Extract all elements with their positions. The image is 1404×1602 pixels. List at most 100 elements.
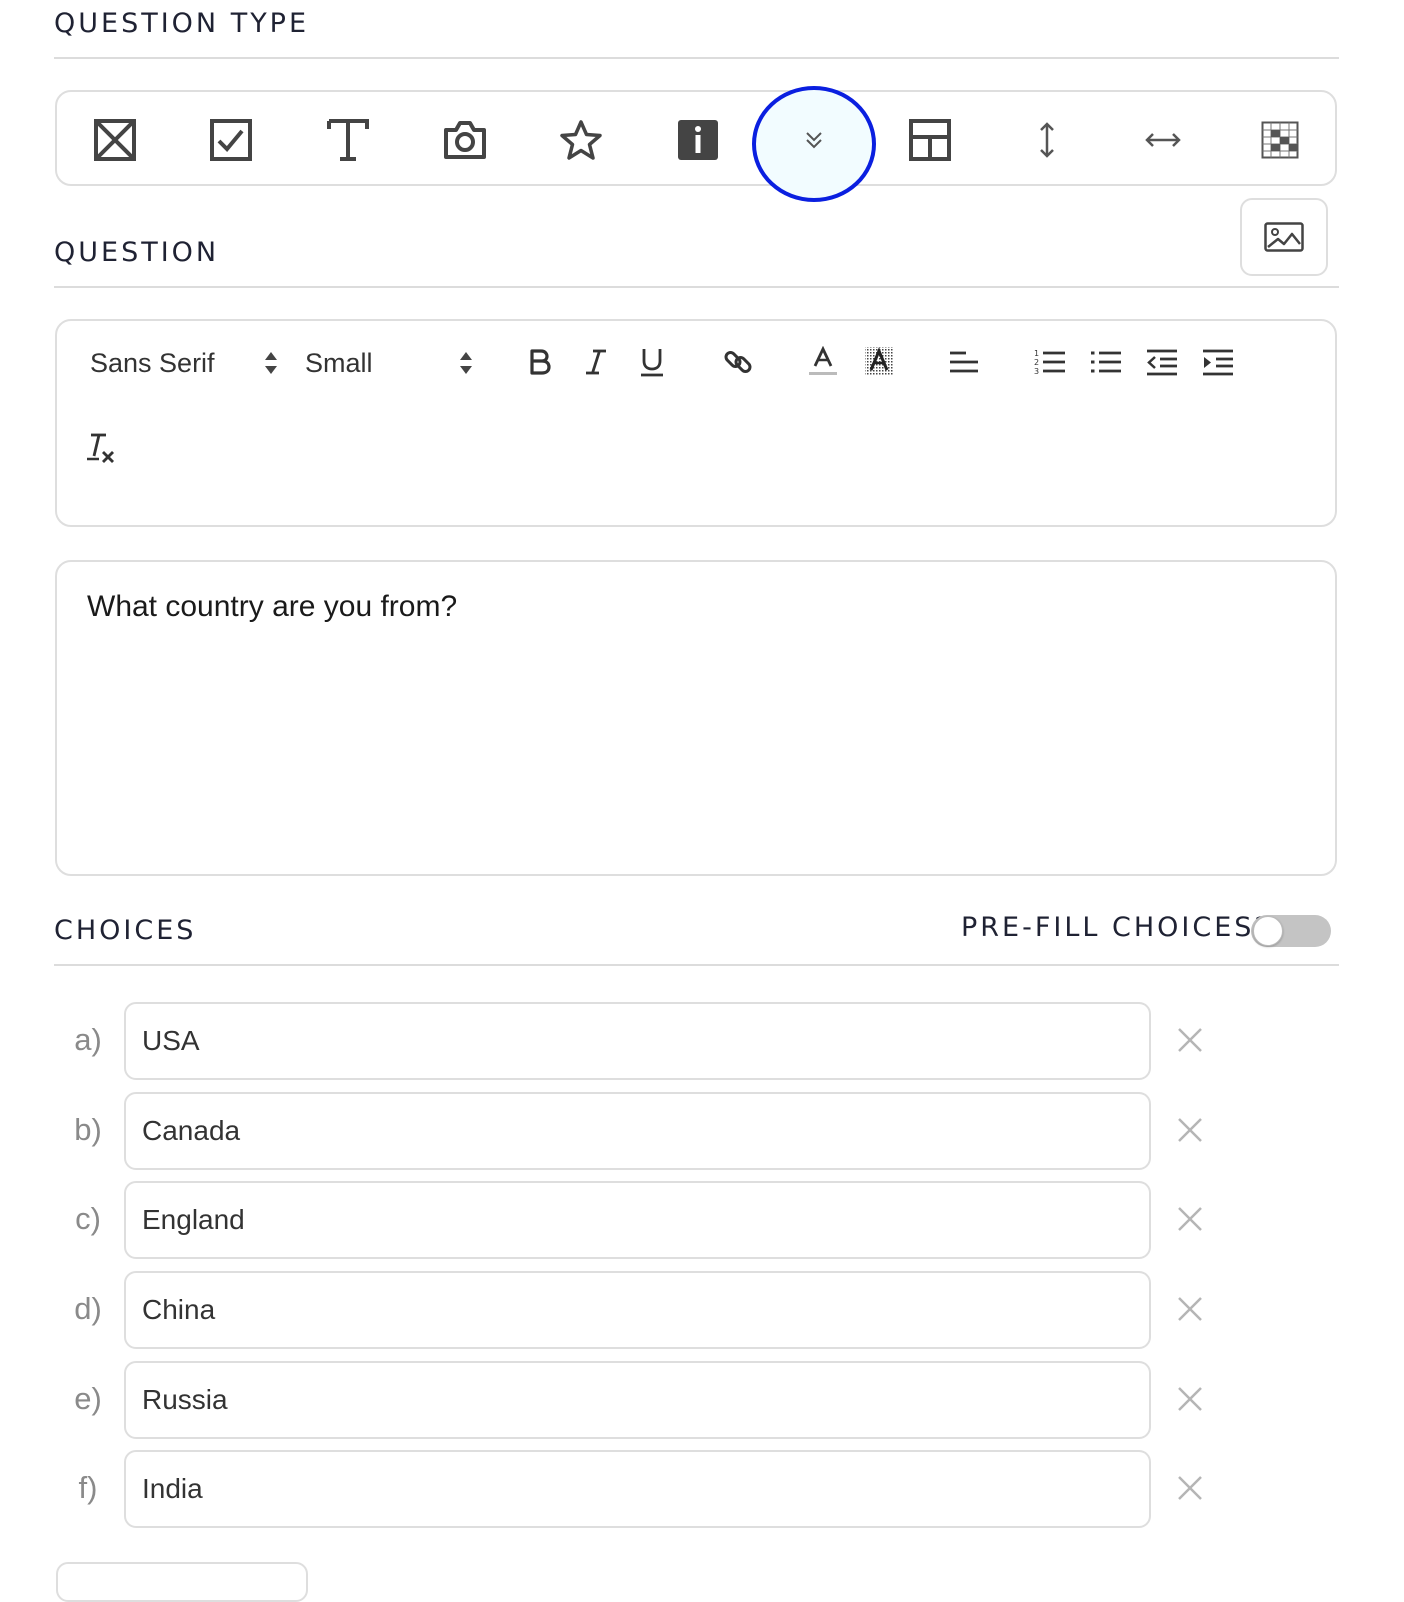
ordered-list-icon: 1 2 3 xyxy=(1034,349,1065,376)
info-icon xyxy=(678,120,718,160)
choice-letter: b) xyxy=(74,1112,102,1147)
type-horizontal-slider-button[interactable] xyxy=(1133,110,1193,170)
italic-icon xyxy=(586,349,606,375)
remove-choice-button[interactable] xyxy=(1172,1291,1208,1327)
choices-heading: CHOICES xyxy=(54,915,197,946)
link-button[interactable] xyxy=(718,342,758,382)
select-arrows-icon xyxy=(460,352,472,374)
text-icon xyxy=(327,119,369,161)
bold-button[interactable] xyxy=(520,342,560,382)
type-checkbox-button[interactable] xyxy=(201,110,261,170)
question-heading: QUESTION xyxy=(54,237,220,268)
background-color-icon xyxy=(865,347,893,375)
type-info-button[interactable] xyxy=(668,110,728,170)
font-family-select[interactable]: Sans Serif xyxy=(90,343,278,383)
type-single-choice-button[interactable] xyxy=(85,110,145,170)
choice-row: c) xyxy=(0,1181,1404,1259)
close-icon xyxy=(1178,1118,1202,1142)
outdent-icon xyxy=(1147,349,1177,376)
close-icon xyxy=(1178,1387,1202,1411)
type-photo-button[interactable] xyxy=(435,110,495,170)
choice-input[interactable] xyxy=(124,1450,1151,1528)
remove-choice-button[interactable] xyxy=(1172,1022,1208,1058)
choice-input[interactable] xyxy=(124,1002,1151,1080)
question-type-toolbar xyxy=(55,86,1337,202)
remove-choice-button[interactable] xyxy=(1172,1470,1208,1506)
remove-choice-button[interactable] xyxy=(1172,1112,1208,1148)
close-icon xyxy=(1178,1476,1202,1500)
bullet-list-icon xyxy=(1091,351,1121,373)
choice-row: b) xyxy=(0,1092,1404,1170)
choice-input[interactable] xyxy=(124,1092,1151,1170)
camera-icon xyxy=(444,121,486,159)
prefill-choices-label: PRE-FILL CHOICES? xyxy=(961,912,1272,943)
close-icon xyxy=(1178,1207,1202,1231)
choice-row: d) xyxy=(0,1271,1404,1349)
bold-icon xyxy=(530,349,551,375)
background-color-button[interactable] xyxy=(859,342,899,382)
checkbox-icon xyxy=(210,119,252,161)
ordered-list-button[interactable]: 1 2 3 xyxy=(1030,342,1070,382)
remove-choice-button[interactable] xyxy=(1172,1201,1208,1237)
font-size-select[interactable]: Small xyxy=(305,343,473,383)
type-text-button[interactable] xyxy=(318,110,378,170)
outdent-button[interactable] xyxy=(1142,342,1182,382)
type-layout-button[interactable] xyxy=(900,110,960,170)
question-type-heading: QUESTION TYPE xyxy=(54,8,310,39)
type-vertical-slider-button[interactable] xyxy=(1017,110,1077,170)
choice-input[interactable] xyxy=(124,1271,1151,1349)
dropdown-chevron-icon xyxy=(806,132,822,149)
svg-text:2: 2 xyxy=(1034,358,1039,367)
choice-letter: a) xyxy=(74,1022,102,1057)
choice-input[interactable] xyxy=(124,1181,1151,1259)
clear-format-button[interactable] xyxy=(81,429,121,469)
bullet-list-button[interactable] xyxy=(1086,342,1126,382)
question-type-divider xyxy=(54,57,1339,59)
text-color-button[interactable] xyxy=(803,342,843,382)
choice-letter: f) xyxy=(78,1470,98,1505)
indent-icon xyxy=(1203,349,1233,376)
choice-input[interactable] xyxy=(124,1361,1151,1439)
single-choice-box-icon xyxy=(94,119,136,161)
choice-row: f) xyxy=(0,1450,1404,1528)
close-icon xyxy=(1178,1297,1202,1321)
choice-row: e) xyxy=(0,1361,1404,1439)
close-icon xyxy=(1178,1028,1202,1052)
svg-text:1: 1 xyxy=(1034,349,1039,358)
choice-letter: d) xyxy=(74,1291,102,1326)
layout-icon xyxy=(909,119,951,161)
align-left-icon xyxy=(950,351,978,373)
add-choice-button[interactable] xyxy=(56,1562,308,1602)
horizontal-arrows-icon xyxy=(1145,133,1181,147)
vertical-arrows-icon xyxy=(1040,122,1054,158)
select-arrows-icon xyxy=(265,352,277,374)
italic-button[interactable] xyxy=(576,342,616,382)
grid-icon xyxy=(1261,121,1299,159)
add-image-button[interactable] xyxy=(1240,198,1328,276)
choice-letter: c) xyxy=(75,1201,101,1236)
svg-text:3: 3 xyxy=(1034,367,1039,376)
font-family-value: Sans Serif xyxy=(90,347,215,378)
indent-button[interactable] xyxy=(1198,342,1238,382)
question-divider xyxy=(54,286,1339,288)
choice-letter: e) xyxy=(74,1381,102,1416)
prefill-choices-toggle[interactable] xyxy=(1251,915,1331,947)
remove-choice-button[interactable] xyxy=(1172,1381,1208,1417)
type-grid-button[interactable] xyxy=(1250,110,1310,170)
align-button[interactable] xyxy=(944,342,984,382)
text-color-icon xyxy=(809,346,837,375)
clear-format-icon xyxy=(87,433,114,463)
underline-icon xyxy=(641,349,663,377)
choices-divider xyxy=(54,964,1339,966)
question-text: What country are you from? xyxy=(87,590,458,623)
type-dropdown-button[interactable] xyxy=(752,86,876,202)
image-icon xyxy=(1264,222,1304,252)
question-text-editor[interactable]: What country are you from? xyxy=(55,560,1337,876)
type-rating-button[interactable] xyxy=(551,110,611,170)
link-icon xyxy=(724,351,752,373)
underline-button[interactable] xyxy=(632,342,672,382)
toggle-knob xyxy=(1253,916,1283,946)
choice-row: a) xyxy=(0,1002,1404,1080)
font-size-value: Small xyxy=(305,347,373,378)
star-icon xyxy=(560,120,602,160)
